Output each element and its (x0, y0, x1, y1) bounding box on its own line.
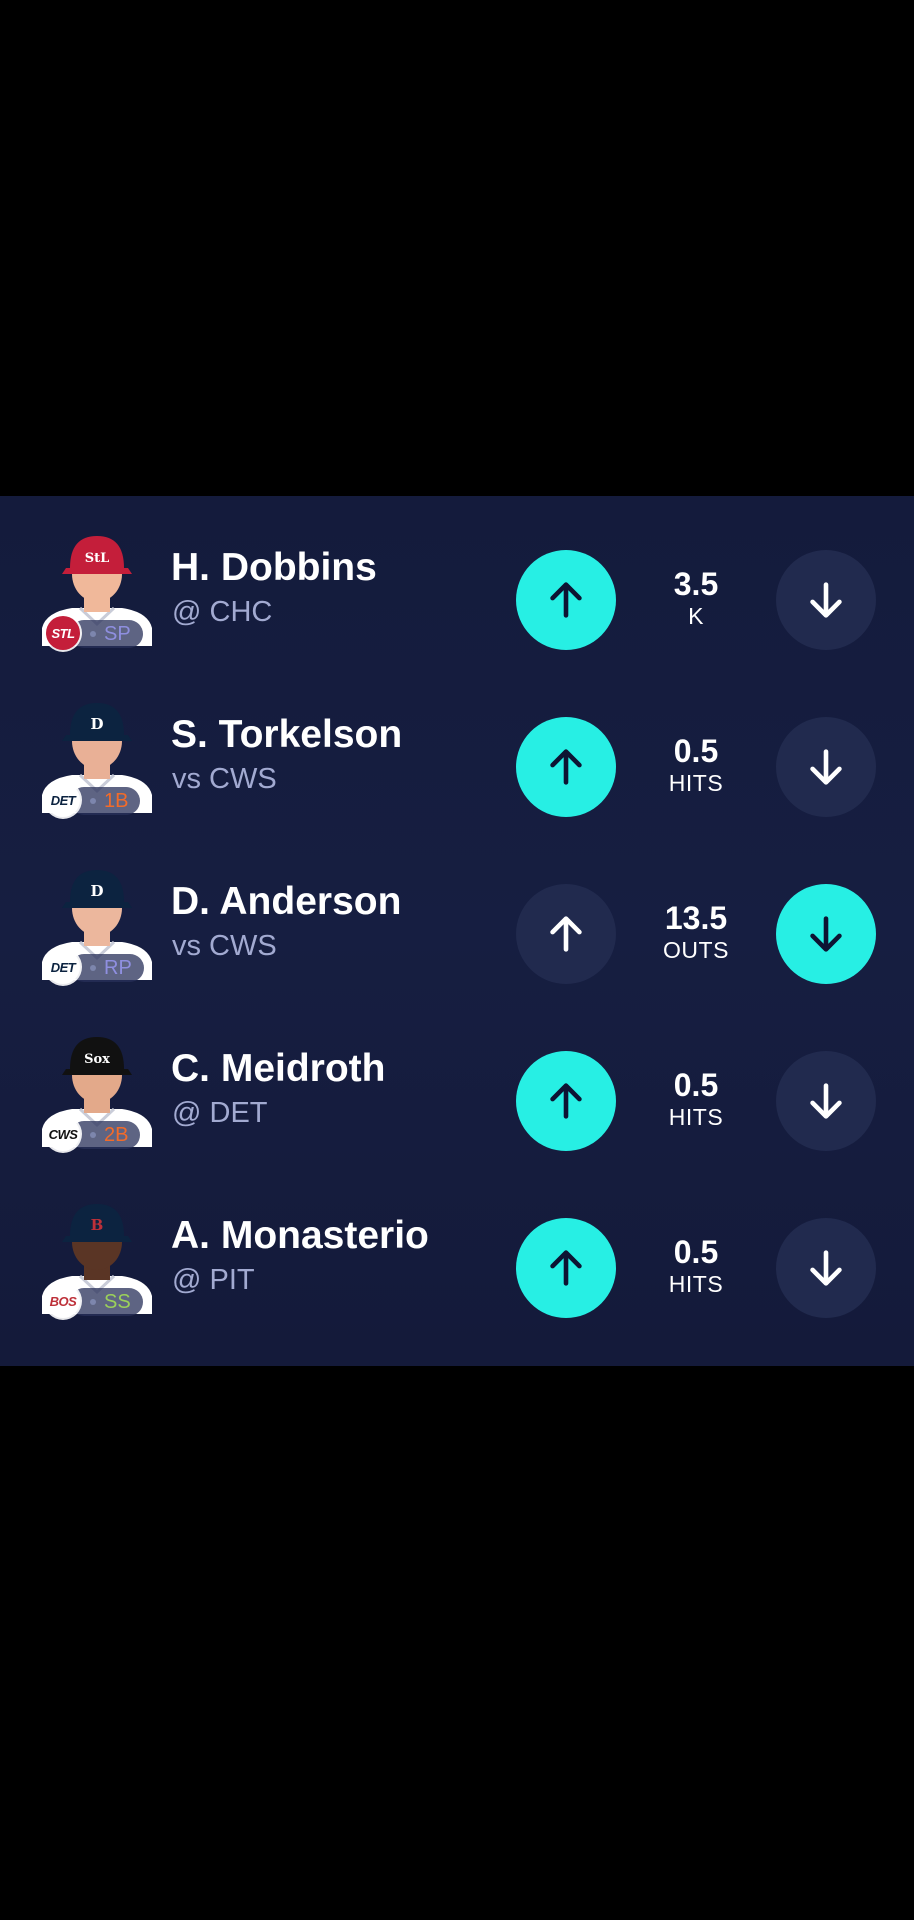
separator-dot (90, 1132, 96, 1138)
team-logo-badge: STL (46, 616, 80, 650)
arrow-up-icon (550, 582, 582, 618)
team-logo-badge: CWS (46, 1117, 80, 1151)
stat-value: 0.5 (673, 733, 719, 769)
stat-label: K (688, 603, 704, 629)
separator-dot (90, 798, 96, 804)
stat-label: HITS (668, 770, 724, 796)
position-pill: SP (70, 620, 143, 648)
player-row: B SS BOS A. Monasterio @ PIT 0.5 HITS (0, 1184, 914, 1324)
cap-logo: D (90, 882, 103, 900)
player-name: D. Anderson (171, 880, 402, 923)
arrow-down-icon (810, 582, 842, 618)
player-position: SP (104, 622, 131, 645)
player-matchup: @ DET (172, 1097, 268, 1129)
player-row: StL SP STL H. Dobbins @ CHC 3.5 K (0, 516, 914, 656)
cap-logo: D (90, 715, 103, 733)
player-position: 1B (104, 789, 129, 812)
separator-dot (90, 1299, 96, 1305)
player-matchup: @ CHC (172, 596, 273, 628)
arrow-down-icon (810, 1250, 842, 1286)
less-button[interactable] (776, 884, 876, 984)
separator-dot (90, 631, 96, 637)
team-logo-badge: DET (46, 950, 80, 984)
cap-logo: StL (85, 551, 110, 566)
stat-line: 0.5 HITS (626, 733, 766, 797)
cap-logo: Sox (84, 1052, 110, 1067)
stat-line: 3.5 K (626, 566, 766, 630)
player-avatar: B SS BOS (36, 1192, 158, 1318)
less-button[interactable] (776, 1218, 876, 1318)
team-logo-badge: BOS (46, 1284, 80, 1318)
player-row: D RP DET D. Anderson vs CWS 13.5 OUTS (0, 850, 914, 990)
arrow-up-icon (550, 749, 582, 785)
arrow-up-icon (550, 1250, 582, 1286)
more-button[interactable] (516, 717, 616, 817)
player-row: Sox 2B CWS C. Meidroth @ DET 0.5 HITS (0, 1017, 914, 1157)
player-matchup: @ PIT (172, 1264, 255, 1296)
player-name: S. Torkelson (171, 713, 403, 756)
stat-value: 0.5 (673, 1067, 719, 1103)
player-row: D 1B DET S. Torkelson vs CWS 0.5 HITS (0, 683, 914, 823)
player-position: 2B (104, 1123, 129, 1146)
arrow-up-icon (550, 916, 582, 952)
more-button[interactable] (516, 884, 616, 984)
player-name: C. Meidroth (171, 1047, 386, 1090)
cap-logo: B (91, 1216, 104, 1234)
less-button[interactable] (776, 550, 876, 650)
stat-label: HITS (668, 1271, 724, 1297)
less-button[interactable] (776, 1051, 876, 1151)
position-pill: 2B (70, 1121, 141, 1149)
player-avatar: D 1B DET (36, 691, 158, 817)
position-pill: SS (70, 1288, 143, 1316)
stat-value: 0.5 (673, 1234, 719, 1270)
more-button[interactable] (516, 1218, 616, 1318)
more-button[interactable] (516, 1051, 616, 1151)
arrow-down-icon (810, 916, 842, 952)
stat-value: 13.5 (664, 900, 728, 936)
stat-line: 13.5 OUTS (626, 900, 766, 964)
arrow-down-icon (810, 749, 842, 785)
position-pill: RP (70, 954, 144, 982)
player-matchup: vs CWS (172, 763, 277, 795)
stat-label: HITS (668, 1104, 724, 1130)
arrow-down-icon (810, 1083, 842, 1119)
player-avatar: Sox 2B CWS (36, 1025, 158, 1151)
player-position: RP (104, 956, 132, 979)
stat-value: 3.5 (673, 566, 719, 602)
separator-dot (90, 965, 96, 971)
player-position: SS (104, 1290, 131, 1313)
arrow-up-icon (550, 1083, 582, 1119)
player-props-panel: StL SP STL H. Dobbins @ CHC 3.5 K D 1B DET S. Tork… (0, 496, 914, 1366)
player-matchup: vs CWS (172, 930, 277, 962)
team-logo-badge: DET (46, 783, 80, 817)
player-name: A. Monasterio (171, 1214, 429, 1257)
stat-line: 0.5 HITS (626, 1067, 766, 1131)
stat-label: OUTS (663, 937, 729, 963)
player-avatar: D RP DET (36, 858, 158, 984)
stat-line: 0.5 HITS (626, 1234, 766, 1298)
player-name: H. Dobbins (171, 546, 377, 589)
player-avatar: StL SP STL (36, 524, 158, 650)
less-button[interactable] (776, 717, 876, 817)
more-button[interactable] (516, 550, 616, 650)
position-pill: 1B (70, 787, 141, 815)
